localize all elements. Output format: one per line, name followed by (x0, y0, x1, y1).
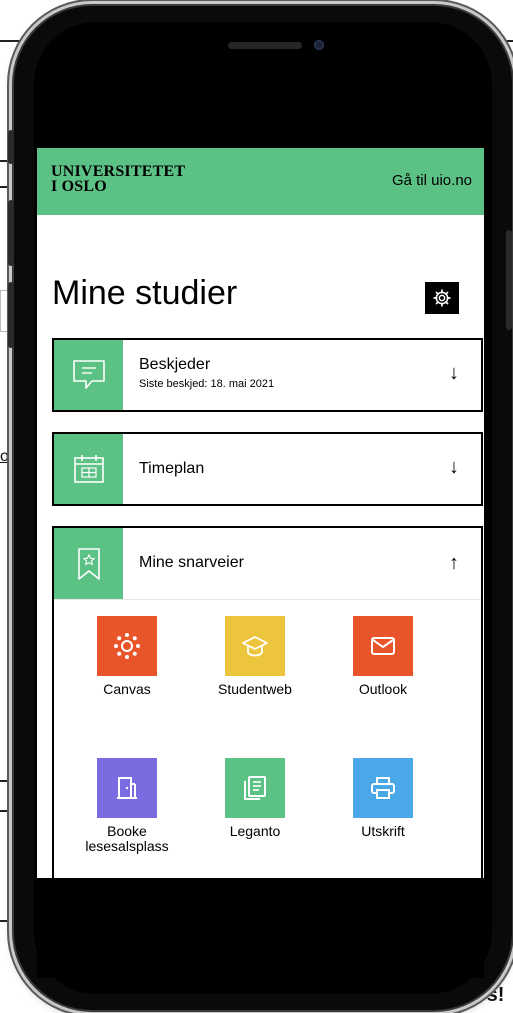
shortcut-tile (353, 758, 413, 818)
screen-bottom-bezel (37, 878, 484, 978)
volume-up-button (8, 200, 14, 266)
messages-card-icon-area (54, 340, 123, 410)
gear-icon (433, 289, 451, 307)
card-divider (54, 599, 481, 600)
reading-list-icon (244, 776, 266, 800)
expand-arrow-icon[interactable]: ↓ (449, 362, 459, 385)
shortcut-tile (225, 758, 285, 818)
mail-icon (371, 637, 395, 655)
mute-switch (8, 130, 14, 164)
message-icon (72, 360, 105, 389)
canvas-icon (114, 633, 140, 659)
shortcut-tile (97, 616, 157, 676)
shortcut-outlook[interactable]: Outlook (328, 616, 438, 697)
goto-uio-link[interactable]: Gå til uio.no (392, 172, 472, 189)
shortcut-utskrift[interactable]: Utskrift (328, 758, 438, 839)
bookmark-icon (77, 547, 100, 580)
collapse-arrow-icon[interactable]: ↑ (449, 552, 459, 575)
volume-down-button (8, 282, 14, 348)
logo-line-2: I OSLO (51, 178, 107, 195)
shortcut-label: Studentweb (218, 681, 292, 697)
messages-title: Beskjeder (139, 356, 211, 373)
schedule-title: Timeplan (139, 460, 205, 477)
graduation-cap-icon (242, 636, 268, 657)
uio-logo[interactable]: UNIVERSITETET I OSLO (51, 163, 186, 195)
shortcut-tile (225, 616, 285, 676)
front-camera (314, 40, 324, 50)
schedule-card-icon-area (54, 434, 123, 504)
shortcuts-card: Mine snarveier ↑ Canvas Studentweb Outlo… (52, 526, 483, 878)
shortcut-booke-lesesalsplass[interactable]: Booke lesesalsplass (72, 758, 182, 854)
speaker-grille (228, 42, 302, 49)
shortcut-label: Utskrift (361, 823, 405, 839)
expand-arrow-icon[interactable]: ↓ (449, 456, 459, 479)
power-button (506, 230, 512, 330)
messages-card[interactable]: Beskjeder Siste beskjed: 18. mai 2021 ↓ (52, 338, 483, 412)
page-title: Mine studier (52, 274, 238, 312)
shortcuts-title: Mine snarveier (139, 554, 244, 571)
phone-screen: UNIVERSITETET I OSLO Gå til uio.no Mine … (37, 148, 484, 878)
shortcut-leganto[interactable]: Leganto (200, 758, 310, 839)
shortcut-canvas[interactable]: Canvas (72, 616, 182, 697)
schedule-card[interactable]: Timeplan ↓ (52, 432, 483, 506)
messages-subtitle: Siste beskjed: 18. mai 2021 (139, 378, 275, 390)
shortcut-label: Canvas (103, 681, 151, 697)
door-icon (117, 777, 137, 799)
settings-button[interactable] (425, 282, 459, 314)
calendar-icon (73, 455, 104, 483)
shortcuts-card-icon-area (54, 528, 123, 599)
shortcut-label: Booke lesesalsplass (85, 823, 169, 854)
logo-line-1: UNIVERSITETET (51, 163, 186, 180)
shortcut-tile (353, 616, 413, 676)
shortcut-tile (97, 758, 157, 818)
top-bar: UNIVERSITETET I OSLO Gå til uio.no (37, 148, 484, 215)
printer-icon (371, 777, 395, 799)
shortcut-label: Outlook (358, 681, 408, 697)
shortcut-studentweb[interactable]: Studentweb (200, 616, 310, 697)
shortcut-label: Leganto (229, 823, 281, 839)
